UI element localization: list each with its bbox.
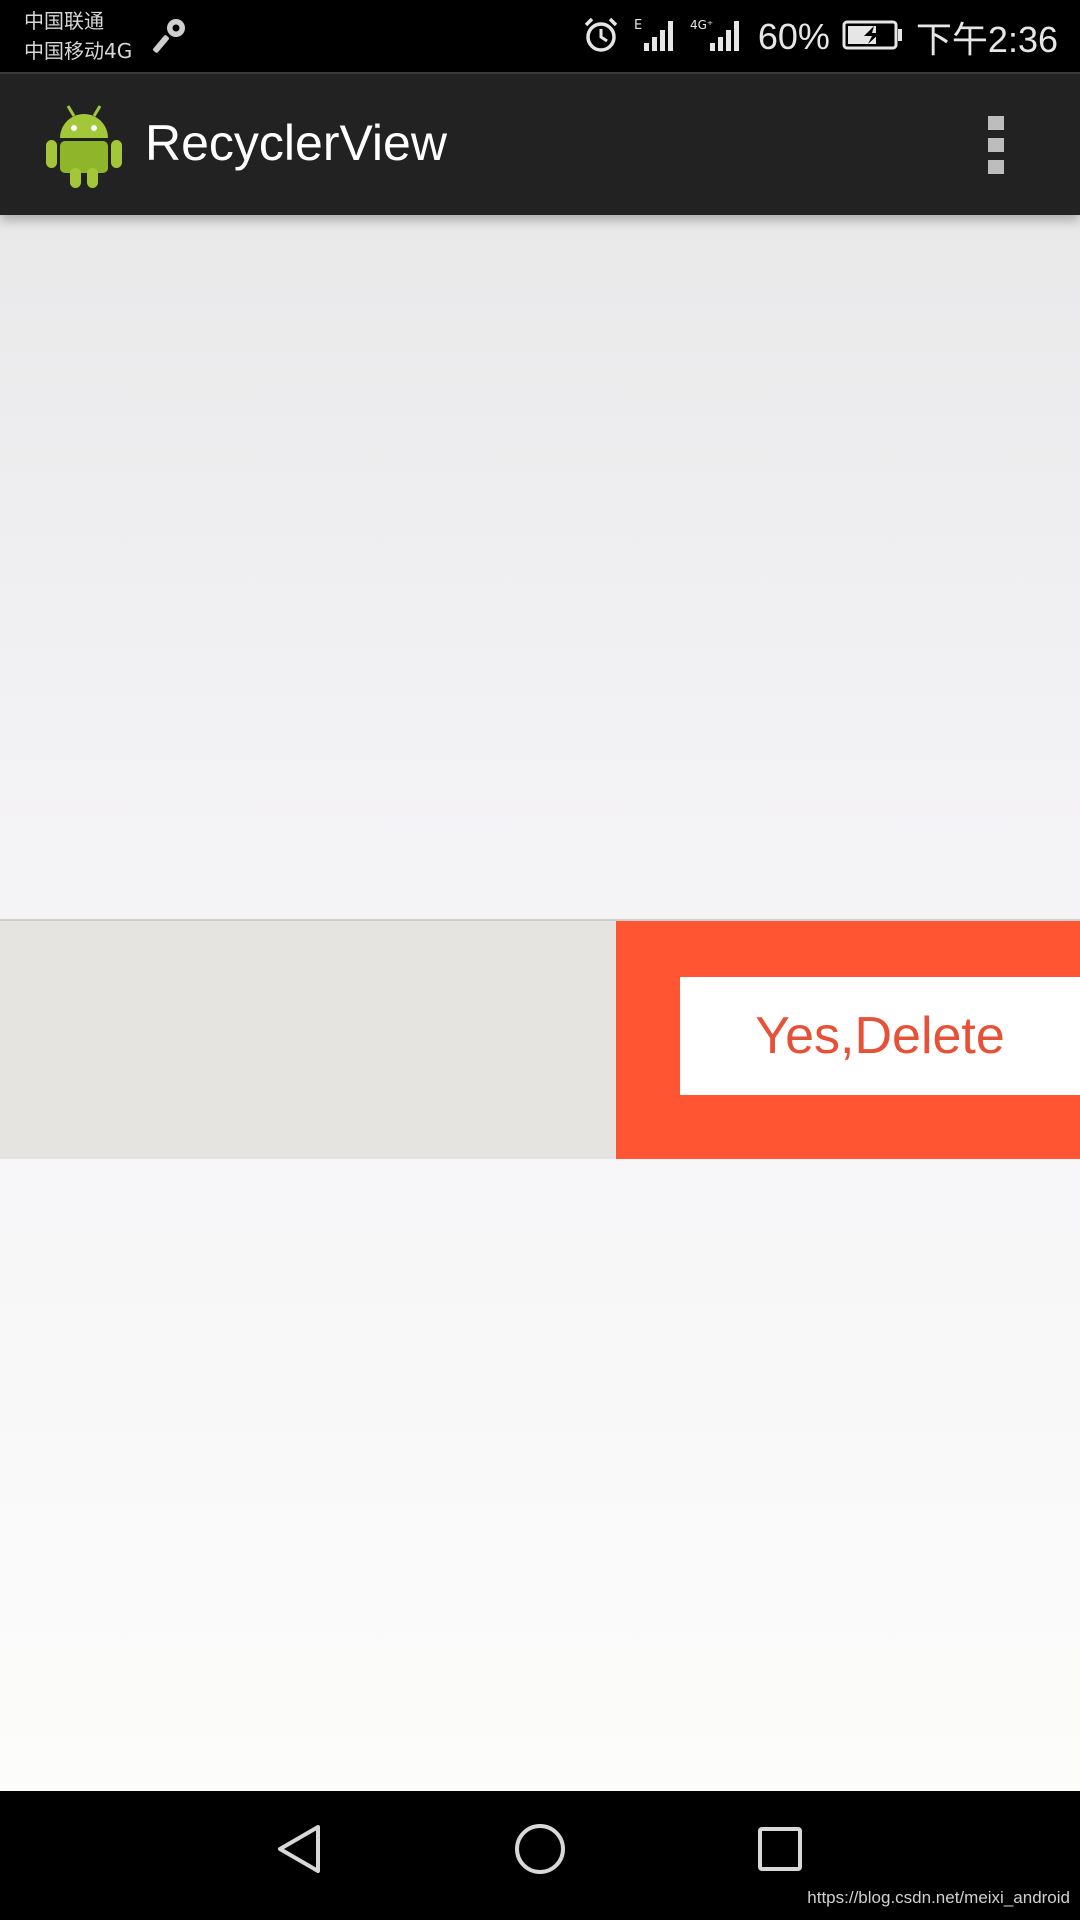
back-icon[interactable] [268,1819,328,1883]
delete-panel: Yes,Delete [616,921,1080,1159]
watermark: https://blog.csdn.net/meixi_android [807,1888,1070,1907]
svg-text:E: E [634,18,642,33]
delete-button[interactable]: Yes,Delete [680,977,1080,1095]
app-bar: RecyclerView [0,72,1080,215]
battery-percent: 60% [757,16,830,57]
alarm-icon [582,16,620,58]
carrier-1: 中国联通 [24,9,104,33]
clock: 下午2:36 [915,19,1058,60]
navigation-bar: https://blog.csdn.net/meixi_android [0,1791,1080,1920]
list-item[interactable]: Yes,Delete [0,919,1080,1159]
signal-e-icon: E [632,15,678,59]
overflow-menu-icon[interactable] [988,116,1004,182]
battery-charging-icon [842,19,904,55]
android-icon [44,100,124,194]
status-bar: 中国联通 中国移动4G E 4G⁺ 60% 下午2:36 [0,0,1080,72]
recents-icon[interactable] [750,1819,810,1883]
status-right: E 4G⁺ 60% 下午2:36 [582,12,1058,62]
key-icon [152,16,188,60]
carrier-2: 中国移动4G [24,39,133,63]
home-icon[interactable] [510,1819,570,1883]
recycler-view[interactable]: Yes,Delete [0,215,1080,1791]
carrier-info: 中国联通 中国移动4G [24,6,132,66]
list-item-body[interactable] [0,921,616,1159]
svg-text:4G⁺: 4G⁺ [690,18,713,32]
signal-4g-icon: 4G⁺ [690,15,746,59]
app-title: RecyclerView [145,115,447,171]
